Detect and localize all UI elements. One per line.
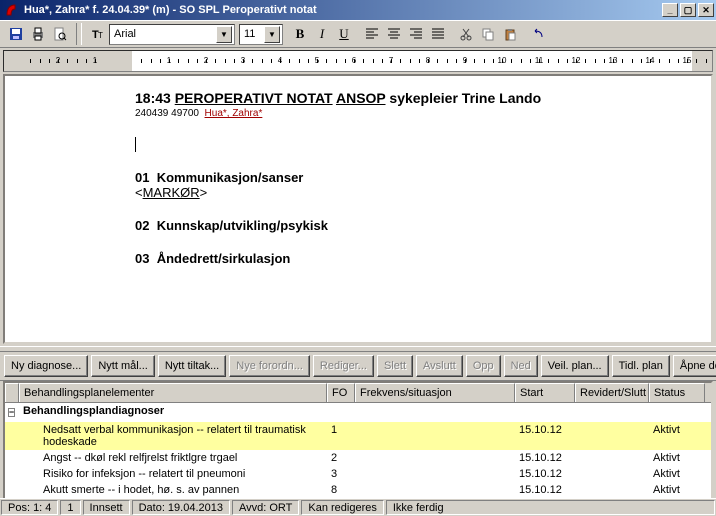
doc-heading: 18:43 PEROPERATIVT NOTAT ANSOP sykepleie… [135, 90, 711, 106]
font-size-select[interactable]: 11 ▼ [239, 24, 283, 45]
tidl-plan-button[interactable]: Tidl. plan [612, 355, 670, 377]
app-icon [4, 2, 20, 18]
doc-section-01: 01 Kommunikasjon/sanser [135, 170, 711, 185]
col-rev[interactable]: Revidert/Slutt [575, 383, 649, 402]
align-center-icon[interactable] [383, 23, 405, 45]
bold-icon[interactable]: B [289, 23, 311, 45]
save-icon[interactable] [5, 23, 27, 45]
font-family-value: Arial [114, 28, 136, 40]
paste-icon[interactable] [499, 23, 521, 45]
title-bar: Hua*, Zahra* f. 24.04.39* (m) - SO SPL P… [0, 0, 716, 20]
doc-patient-id: 240439 49700 Hua*, Zahra* [135, 108, 711, 119]
opp-button: Opp [466, 355, 501, 377]
font-size-value: 11 [244, 28, 255, 40]
copy-icon[interactable] [477, 23, 499, 45]
toolbar: TT Arial ▼ 11 ▼ B I U [0, 20, 716, 48]
italic-icon[interactable]: I [311, 23, 333, 45]
align-right-icon[interactable] [405, 23, 427, 45]
action-button-bar: Ny diagnose... Nytt mål... Nytt tiltak..… [0, 352, 716, 381]
close-button[interactable]: ✕ [698, 3, 714, 17]
col-status[interactable]: Status [649, 383, 705, 402]
status-redig: Kan redigeres [301, 500, 384, 515]
doc-section-03: 03 Åndedrett/sirkulasjon [135, 251, 711, 266]
doc-marker: <MARKØR> [135, 185, 711, 200]
veil-plan-button[interactable]: Veil. plan... [541, 355, 609, 377]
table-row[interactable]: Nedsatt verbal kommunikasjon -- relatert… [5, 422, 711, 450]
window-title: Hua*, Zahra* f. 24.04.39* (m) - SO SPL P… [24, 4, 317, 16]
minimize-button[interactable]: _ [662, 3, 678, 17]
align-justify-icon[interactable] [427, 23, 449, 45]
chevron-down-icon: ▼ [216, 26, 232, 43]
table-row[interactable]: −Behandlingsplandiagnoser [5, 403, 711, 422]
col-freq[interactable]: Frekvens/situasjon [355, 383, 515, 402]
document-page[interactable]: 18:43 PEROPERATIVT NOTAT ANSOP sykepleie… [5, 76, 711, 342]
undo-icon[interactable] [527, 23, 549, 45]
chevron-down-icon: ▼ [264, 26, 280, 43]
document-area[interactable]: 18:43 PEROPERATIVT NOTAT ANSOP sykepleie… [3, 74, 713, 344]
col-fo[interactable]: FO [327, 383, 355, 402]
status-ferdig: Ikke ferdig [386, 500, 715, 515]
nytt-tiltak-button[interactable]: Nytt tiltak... [158, 355, 226, 377]
ruler: 211234567891011121314151617 [3, 50, 713, 72]
nye-forordn-button: Nye forordn... [229, 355, 310, 377]
ned-button: Ned [504, 355, 538, 377]
underline-icon[interactable]: U [333, 23, 355, 45]
table-row[interactable]: Akutt smerte -- i hodet, hø. s. av panne… [5, 482, 711, 498]
status-innsett: Innsett [83, 500, 130, 515]
rediger-button: Rediger... [313, 355, 374, 377]
col-name[interactable]: Behandlingsplanelementer [19, 383, 327, 402]
font-family-select[interactable]: Arial ▼ [109, 24, 235, 45]
status-pos: Pos: 1: 4 [1, 500, 58, 515]
grid-header: Behandlingsplanelementer FO Frekvens/sit… [5, 383, 711, 403]
preview-icon[interactable] [49, 23, 71, 45]
apne-dok-button[interactable]: Åpne dok. [673, 355, 716, 377]
status-dato: Dato: 19.04.2013 [132, 500, 230, 515]
doc-section-02: 02 Kunnskap/utvikling/psykisk [135, 218, 711, 233]
table-row[interactable]: Angst -- dkøl rekl relfjrelst friktlgre … [5, 450, 711, 466]
nytt-mal-button[interactable]: Nytt mål... [91, 355, 155, 377]
treatment-plan-grid[interactable]: Behandlingsplanelementer FO Frekvens/sit… [3, 381, 713, 501]
font-icon: TT [87, 23, 109, 45]
text-cursor [135, 137, 711, 152]
col-start[interactable]: Start [515, 383, 575, 402]
ny-diagnose-button[interactable]: Ny diagnose... [4, 355, 88, 377]
svg-text:T: T [98, 31, 103, 40]
slett-button: Slett [377, 355, 413, 377]
align-left-icon[interactable] [361, 23, 383, 45]
print-icon[interactable] [27, 23, 49, 45]
cut-icon[interactable] [455, 23, 477, 45]
collapse-icon[interactable]: − [8, 408, 15, 417]
maximize-button[interactable]: ▢ [680, 3, 696, 17]
status-avvd: Avvd: ORT [232, 500, 299, 515]
avslutt-button: Avslutt [416, 355, 463, 377]
status-bar: Pos: 1: 4 1 Innsett Dato: 19.04.2013 Avv… [0, 498, 716, 516]
table-row[interactable]: Risiko for infeksjon -- relatert til pne… [5, 466, 711, 482]
status-one: 1 [60, 500, 80, 515]
